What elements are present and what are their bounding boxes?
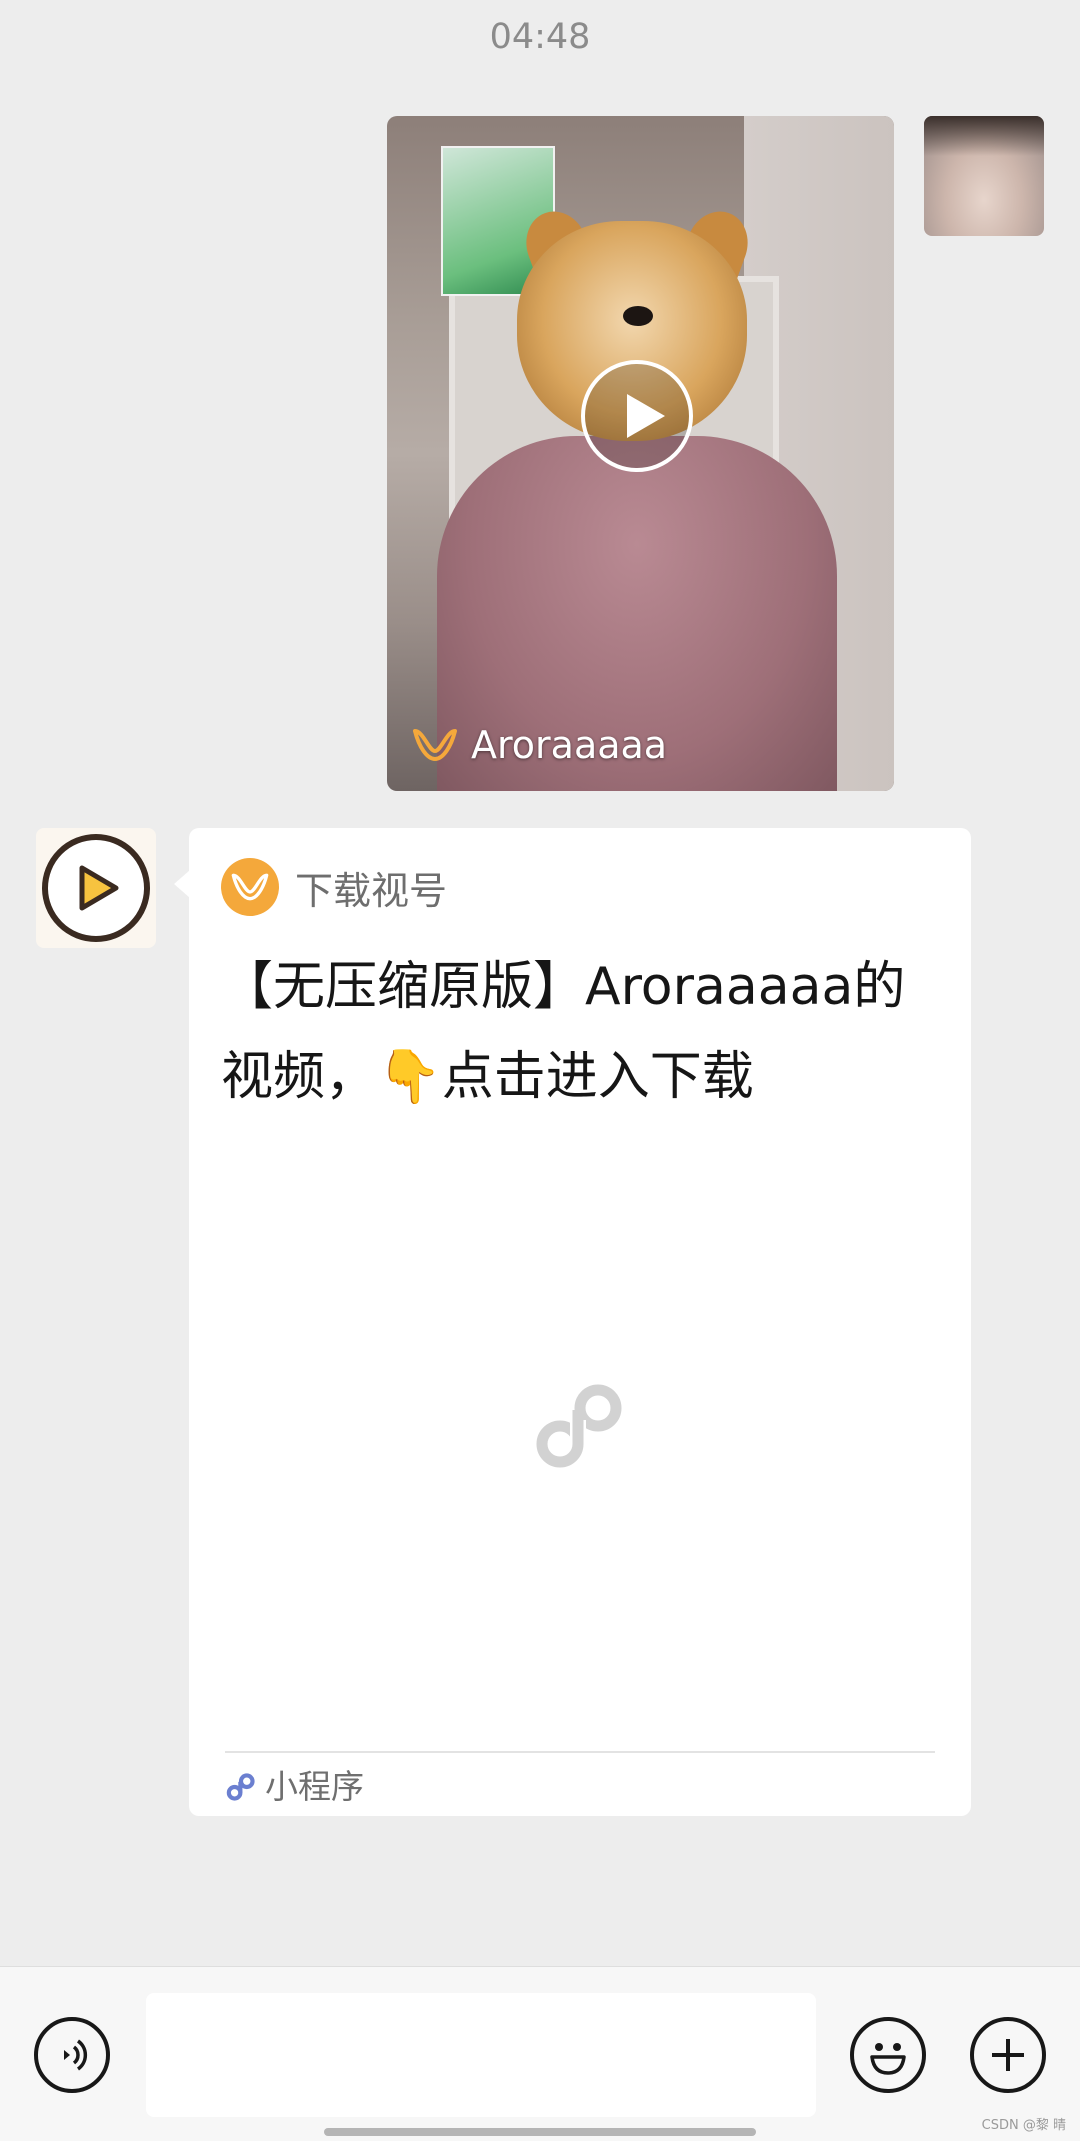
card-divider [225, 1751, 935, 1753]
mini-program-name: 下载视号 [295, 868, 448, 913]
watermark-text: CSDN @黎 晴 [981, 2118, 1066, 2133]
home-indicator [324, 2128, 756, 2136]
mini-program-footer: 小程序 [225, 1762, 364, 1812]
chat-input-bar [0, 1966, 1080, 2141]
message-input[interactable] [146, 1993, 816, 2117]
mini-program-footer-label: 小程序 [265, 1767, 364, 1806]
emoji-icon[interactable] [850, 2017, 926, 2093]
mini-program-logo-icon [221, 858, 279, 916]
mini-program-title: 【无压缩原版】Aroraaaaa的视频，👇点击进入下载 [221, 957, 906, 1107]
video-author: Aroraaaaa [413, 723, 667, 767]
self-avatar[interactable] [924, 116, 1044, 236]
mini-program-icon [226, 1773, 255, 1801]
video-author-name: Aroraaaaa [471, 723, 668, 767]
plus-icon[interactable] [970, 2017, 1046, 2093]
play-icon [79, 865, 119, 911]
mini-program-header: 下载视号 [221, 858, 447, 916]
mini-program-card[interactable]: 下载视号 【无压缩原版】Aroraaaaa的视频，👇点击进入下载 小程序 [189, 828, 971, 1816]
message-timestamp: 04:48 [489, 17, 591, 57]
voice-icon[interactable] [34, 2017, 110, 2093]
channels-icon [413, 729, 457, 761]
video-message-thumbnail[interactable]: Aroraaaaa [387, 116, 894, 791]
bubble-pointer [174, 870, 190, 898]
play-icon[interactable] [581, 360, 693, 472]
mini-program-placeholder-icon [536, 1384, 622, 1468]
sender-avatar[interactable] [36, 828, 156, 948]
